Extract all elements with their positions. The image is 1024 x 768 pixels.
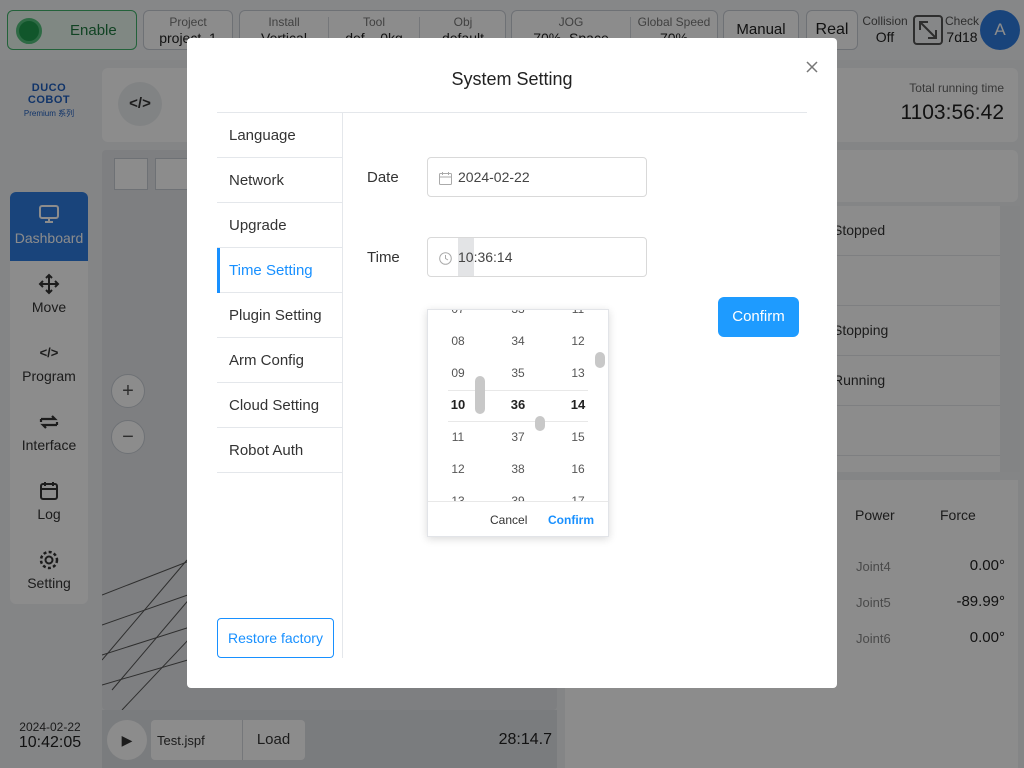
second-option[interactable]: 11 [548, 310, 608, 325]
close-icon[interactable] [803, 58, 821, 76]
dialog-title: System Setting [451, 69, 573, 89]
restore-factory-button[interactable]: Restore factory [217, 618, 334, 658]
menu-item-language[interactable]: Language [217, 113, 343, 158]
minute-option[interactable]: 33 [488, 310, 548, 325]
clock-icon [439, 252, 452, 265]
menu-item-cloud-setting[interactable]: Cloud Setting [217, 383, 343, 428]
time-picker-footer: Cancel Confirm [428, 501, 608, 537]
hour-option[interactable]: 12 [428, 453, 488, 485]
time-picker-confirm-button[interactable]: Confirm [548, 513, 594, 527]
second-option[interactable]: 16 [548, 453, 608, 485]
hour-option[interactable]: 13 [428, 485, 488, 501]
settings-menu: Language Network Upgrade Time Setting Pl… [217, 113, 343, 473]
menu-divider [342, 113, 343, 658]
minute-option[interactable]: 39 [488, 485, 548, 501]
menu-item-upgrade[interactable]: Upgrade [217, 203, 343, 248]
minute-option[interactable]: 35 [488, 357, 548, 389]
time-picker-input[interactable]: 10:36:14 [427, 237, 647, 277]
date-picker-input[interactable]: 2024-02-22 [427, 157, 647, 197]
time-picker-cancel-button[interactable]: Cancel [490, 513, 527, 527]
menu-item-network[interactable]: Network [217, 158, 343, 203]
minute-scrollbar[interactable] [535, 416, 545, 431]
calendar-icon [439, 172, 452, 185]
menu-item-robot-auth[interactable]: Robot Auth [217, 428, 343, 473]
second-column[interactable]: 11 12 13 14 15 16 17 [548, 310, 608, 501]
time-label: Time [367, 249, 400, 266]
time-value: 10:36:14 [458, 249, 513, 265]
second-option[interactable]: 15 [548, 421, 608, 453]
menu-item-time-setting[interactable]: Time Setting [217, 248, 343, 293]
hour-option[interactable]: 08 [428, 325, 488, 357]
date-label: Date [367, 169, 399, 186]
second-option[interactable]: 17 [548, 485, 608, 501]
menu-item-arm-config[interactable]: Arm Config [217, 338, 343, 383]
menu-item-plugin-setting[interactable]: Plugin Setting [217, 293, 343, 338]
minute-option[interactable]: 38 [488, 453, 548, 485]
hour-option[interactable]: 11 [428, 421, 488, 453]
system-setting-dialog: System Setting Language Network Upgrade … [187, 38, 837, 688]
date-value: 2024-02-22 [458, 169, 530, 185]
minute-option[interactable]: 34 [488, 325, 548, 357]
time-picker-dropdown: 07 08 09 10 11 12 13 33 34 35 36 37 38 3… [427, 309, 609, 537]
minute-column[interactable]: 33 34 35 36 37 38 39 [488, 310, 548, 501]
second-option-selected[interactable]: 14 [548, 389, 608, 421]
confirm-button[interactable]: Confirm [718, 297, 799, 337]
hour-option[interactable]: 07 [428, 310, 488, 325]
hour-scrollbar[interactable] [475, 376, 485, 414]
second-scrollbar[interactable] [595, 352, 605, 368]
